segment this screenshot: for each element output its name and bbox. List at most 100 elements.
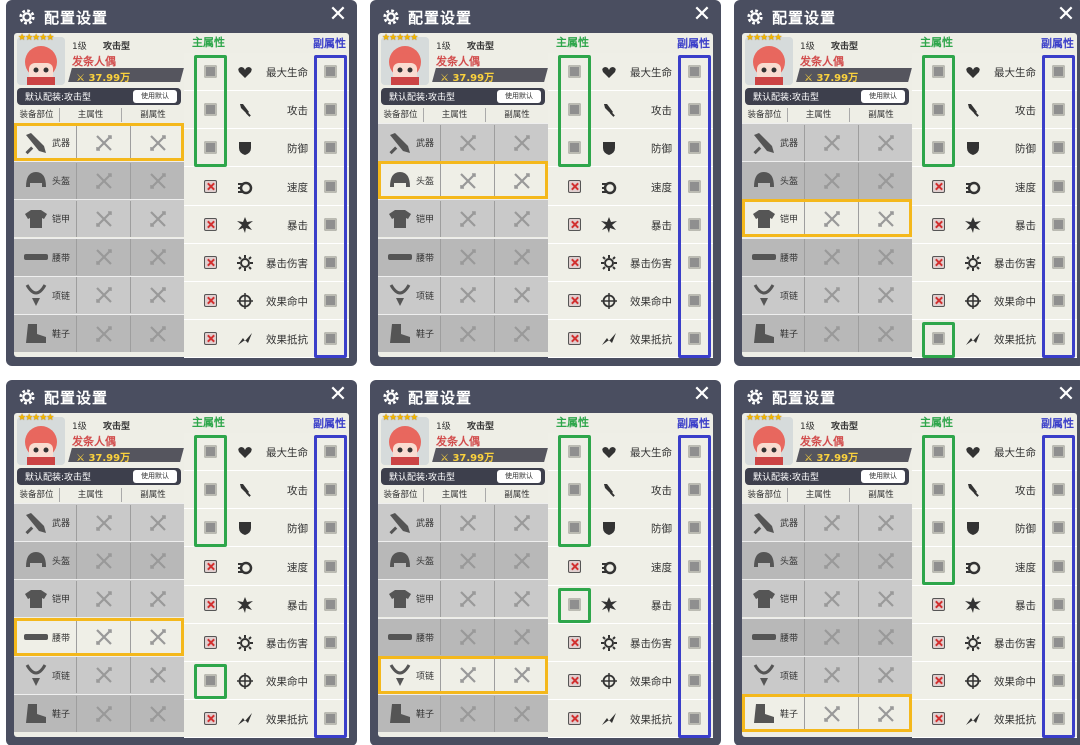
slot-row-necklace[interactable]: 项链 (742, 275, 912, 314)
slot-main-attr-cell[interactable] (804, 315, 858, 352)
slot-main-attr-cell[interactable] (76, 162, 130, 199)
use-default-button[interactable]: 使用默认 (133, 90, 177, 103)
slot-row-weapon[interactable]: 武器 (14, 123, 184, 161)
slot-sub-attr-cell[interactable] (858, 315, 912, 352)
slot-sub-attr-cell[interactable] (494, 580, 548, 617)
use-default-button[interactable]: 使用默认 (497, 90, 541, 103)
slot-row-armor[interactable]: 铠甲 (14, 579, 184, 618)
slot-row-shoes[interactable]: 鞋子 (378, 694, 548, 732)
slot-row-weapon[interactable]: 武器 (742, 503, 912, 541)
slot-main-attr-cell[interactable] (440, 619, 494, 656)
slot-sub-attr-cell[interactable] (858, 239, 912, 276)
main-attr-checkbox[interactable] (568, 256, 581, 269)
main-attr-checkbox[interactable] (568, 712, 581, 726)
slot-row-helmet[interactable]: 头盔 (378, 161, 548, 200)
main-attr-checkbox[interactable] (204, 256, 217, 269)
slot-row-armor[interactable]: 铠甲 (14, 199, 184, 238)
slot-row-armor[interactable]: 铠甲 (742, 579, 912, 618)
slot-row-necklace[interactable]: 项链 (14, 655, 184, 694)
slot-sub-attr-cell[interactable] (858, 200, 912, 237)
slot-main-attr-cell[interactable] (76, 542, 130, 579)
slot-row-helmet[interactable]: 头盔 (742, 161, 912, 200)
slot-row-belt[interactable]: 腰带 (378, 237, 548, 276)
main-attr-checkbox[interactable] (568, 332, 581, 346)
close-icon[interactable]: ✕ (692, 4, 712, 26)
slot-main-attr-cell[interactable] (804, 277, 858, 314)
slot-main-attr-cell[interactable] (440, 695, 494, 732)
main-attr-checkbox[interactable] (204, 712, 217, 726)
slot-sub-attr-cell[interactable] (858, 619, 912, 656)
main-attr-checkbox[interactable] (932, 217, 945, 231)
main-attr-checkbox[interactable] (568, 294, 581, 308)
main-attr-checkbox[interactable] (204, 294, 217, 308)
main-attr-checkbox[interactable] (204, 217, 217, 231)
main-attr-checkbox[interactable] (204, 179, 217, 193)
slot-main-attr-cell[interactable] (76, 580, 130, 617)
close-icon[interactable]: ✕ (328, 4, 348, 26)
main-attr-checkbox[interactable] (568, 217, 581, 231)
use-default-button[interactable]: 使用默认 (133, 470, 177, 483)
slot-row-armor[interactable]: 铠甲 (742, 199, 912, 238)
slot-sub-attr-cell[interactable] (130, 239, 184, 276)
slot-row-necklace[interactable]: 项链 (742, 655, 912, 694)
slot-sub-attr-cell[interactable] (130, 657, 184, 694)
main-attr-checkbox[interactable] (568, 179, 581, 193)
slot-sub-attr-cell[interactable] (494, 277, 548, 314)
slot-sub-attr-cell[interactable] (858, 542, 912, 579)
slot-row-armor[interactable]: 铠甲 (378, 199, 548, 238)
slot-main-attr-cell[interactable] (76, 124, 130, 161)
slot-row-weapon[interactable]: 武器 (378, 503, 548, 541)
slot-main-attr-cell[interactable] (76, 657, 130, 694)
slot-sub-attr-cell[interactable] (130, 695, 184, 732)
slot-main-attr-cell[interactable] (440, 542, 494, 579)
slot-row-belt[interactable]: 腰带 (378, 617, 548, 656)
slot-sub-attr-cell[interactable] (494, 124, 548, 161)
slot-main-attr-cell[interactable] (76, 200, 130, 237)
slot-main-attr-cell[interactable] (804, 657, 858, 694)
slot-sub-attr-cell[interactable] (858, 162, 912, 199)
slot-sub-attr-cell[interactable] (130, 315, 184, 352)
slot-main-attr-cell[interactable] (76, 239, 130, 276)
slot-sub-attr-cell[interactable] (130, 504, 184, 541)
slot-main-attr-cell[interactable] (440, 200, 494, 237)
slot-sub-attr-cell[interactable] (858, 504, 912, 541)
close-icon[interactable]: ✕ (1056, 4, 1076, 26)
slot-sub-attr-cell[interactable] (858, 695, 912, 732)
slot-main-attr-cell[interactable] (440, 657, 494, 694)
slot-row-belt[interactable]: 腰带 (14, 617, 184, 656)
slot-sub-attr-cell[interactable] (858, 657, 912, 694)
main-attr-checkbox[interactable] (204, 332, 217, 346)
slot-row-weapon[interactable]: 武器 (378, 123, 548, 161)
main-attr-checkbox[interactable] (568, 674, 581, 688)
slot-main-attr-cell[interactable] (440, 162, 494, 199)
slot-main-attr-cell[interactable] (804, 542, 858, 579)
slot-main-attr-cell[interactable] (76, 695, 130, 732)
slot-sub-attr-cell[interactable] (494, 200, 548, 237)
slot-sub-attr-cell[interactable] (494, 315, 548, 352)
slot-main-attr-cell[interactable] (804, 695, 858, 732)
slot-main-attr-cell[interactable] (804, 162, 858, 199)
main-attr-checkbox[interactable] (932, 712, 945, 726)
slot-row-shoes[interactable]: 鞋子 (14, 314, 184, 352)
slot-row-helmet[interactable]: 头盔 (378, 541, 548, 580)
use-default-button[interactable]: 使用默认 (861, 90, 905, 103)
main-attr-checkbox[interactable] (932, 256, 945, 269)
slot-row-shoes[interactable]: 鞋子 (378, 314, 548, 352)
slot-main-attr-cell[interactable] (804, 239, 858, 276)
slot-main-attr-cell[interactable] (440, 315, 494, 352)
slot-main-attr-cell[interactable] (76, 315, 130, 352)
slot-row-weapon[interactable]: 武器 (14, 503, 184, 541)
slot-main-attr-cell[interactable] (440, 504, 494, 541)
slot-main-attr-cell[interactable] (440, 239, 494, 276)
slot-sub-attr-cell[interactable] (130, 277, 184, 314)
slot-row-belt[interactable]: 腰带 (14, 237, 184, 276)
slot-main-attr-cell[interactable] (440, 580, 494, 617)
slot-sub-attr-cell[interactable] (130, 619, 184, 656)
main-attr-checkbox[interactable] (568, 559, 581, 573)
slot-row-helmet[interactable]: 头盔 (742, 541, 912, 580)
slot-sub-attr-cell[interactable] (130, 124, 184, 161)
slot-sub-attr-cell[interactable] (494, 619, 548, 656)
slot-sub-attr-cell[interactable] (494, 162, 548, 199)
main-attr-checkbox[interactable] (932, 597, 945, 611)
slot-main-attr-cell[interactable] (804, 580, 858, 617)
